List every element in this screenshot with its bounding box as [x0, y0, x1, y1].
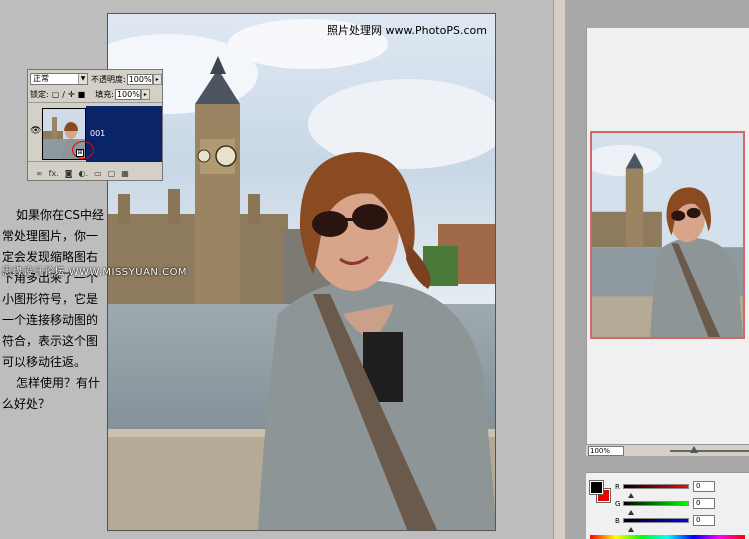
adjustment-icon[interactable]: ◐. [79, 169, 89, 178]
channel-slider-b[interactable] [623, 518, 689, 523]
channel-slider-g[interactable] [623, 501, 689, 506]
layers-lock-row: 锁定: ▢ ∕ ✛ ■ 填充: 100% ▸ [30, 89, 150, 100]
color-panel: R 0 G 0 B 0 [586, 472, 749, 539]
folder-icon[interactable]: ▭ [94, 169, 102, 178]
blend-mode-value: 正常 [33, 74, 49, 83]
navigator-zoom-bar: 100% [586, 444, 749, 456]
opacity-arrow-button[interactable]: ▸ [152, 73, 162, 85]
channel-label: R [615, 482, 620, 491]
channel-row-b: B 0 [615, 515, 715, 532]
channel-slider-r[interactable] [623, 484, 689, 489]
opacity-label: 不透明度: [91, 74, 126, 84]
description-paragraph-2: 怎样使用？有什么好处？ [2, 376, 101, 411]
blend-mode-select[interactable]: 正常 ▼ [30, 73, 88, 85]
layers-footer: ∞ fx. ◙ ◐. ▭ ▢ ▦ [28, 166, 162, 180]
foreground-color-swatch[interactable] [589, 480, 604, 495]
lock-paint-icon[interactable]: ∕ [62, 90, 65, 99]
zoom-input[interactable]: 100% [588, 445, 624, 456]
description-paragraph-1: 如果你在CS中经常处理图片，你一定会发现缩略图右下角多出来了一个小图形符号，它是… [2, 208, 104, 369]
channel-row-r: R 0 [615, 481, 715, 498]
color-spectrum-bar[interactable] [590, 535, 745, 539]
canvas-scrollbar[interactable] [553, 0, 565, 539]
navigator-preview-image [592, 133, 743, 337]
fill-arrow-button[interactable]: ▸ [140, 89, 150, 100]
lock-all-icon[interactable]: ■ [78, 90, 86, 99]
mask-icon[interactable]: ◙ [65, 169, 73, 178]
watermark-text: 照片处理网 www.PhotoPS.com [327, 24, 487, 37]
slider-thumb-icon[interactable] [628, 527, 634, 532]
channel-row-g: G 0 [615, 498, 715, 515]
zoom-slider-thumb[interactable] [689, 445, 698, 453]
chevron-down-icon: ▼ [78, 74, 87, 84]
trash-icon[interactable]: ▦ [121, 169, 129, 178]
layer-row[interactable]: 👁 001 ⊞ [28, 102, 162, 162]
navigator-preview[interactable] [590, 131, 745, 339]
channel-label: G [615, 499, 621, 508]
layers-panel: 正常 ▼ 不透明度: 100% ▸ 锁定: ▢ ∕ ✛ ■ 填充: 100% ▸… [27, 69, 163, 181]
channel-value-g[interactable]: 0 [693, 498, 715, 509]
channel-label: B [615, 516, 620, 525]
eye-icon[interactable]: 👁 [30, 127, 41, 136]
lock-icons: ▢ ∕ ✛ ■ [52, 90, 86, 99]
smart-object-link-icon: ⊞ [76, 149, 84, 157]
layers-top-row: 正常 ▼ 不透明度: 100% ▸ [30, 73, 162, 85]
opacity-input[interactable]: 100% [126, 73, 153, 85]
zoom-slider[interactable] [669, 445, 749, 453]
channel-value-b[interactable]: 0 [693, 515, 715, 526]
channel-value-r[interactable]: 0 [693, 481, 715, 492]
link-icon[interactable]: ∞ [36, 169, 43, 178]
fill-label: 填充: [95, 90, 114, 99]
layer-name[interactable]: 001 [90, 129, 105, 138]
lock-label: 锁定: [30, 90, 49, 99]
forum-site: WWW.MISSYUAN.COM [68, 267, 188, 278]
forum-watermark: 思缘设计论坛 WWW.MISSYUAN.COM [2, 263, 187, 278]
lock-move-icon[interactable]: ✛ [68, 90, 75, 99]
fx-icon[interactable]: fx. [49, 169, 59, 178]
new-layer-icon[interactable]: ▢ [108, 169, 116, 178]
fill-input[interactable]: 100% [114, 89, 141, 100]
lock-transparent-icon[interactable]: ▢ [52, 90, 60, 99]
forum-name: 思缘设计论坛 [2, 267, 65, 278]
description-text: 如果你在CS中经常处理图片，你一定会发现缩略图右下角多出来了一个小图形符号，它是… [2, 205, 106, 415]
